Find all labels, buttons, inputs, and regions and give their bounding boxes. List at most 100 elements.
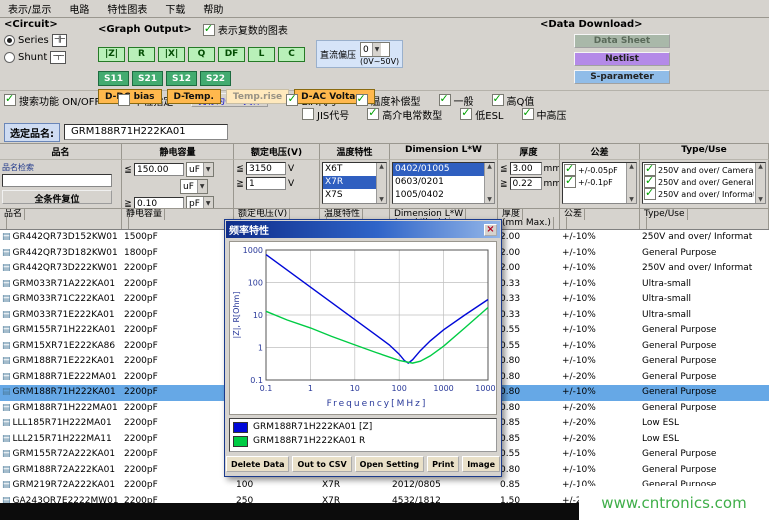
temp-char-option[interactable]: X6T: [323, 163, 376, 176]
s-parameter-graph-button[interactable]: S11: [98, 71, 129, 86]
download-button[interactable]: Netlist: [574, 52, 670, 66]
frequency-characteristics-window: 频率特性 0.11101001000100000.11101001000Freq…: [224, 219, 502, 477]
legend-entry[interactable]: GRM188R71H222KA01 R: [233, 434, 493, 448]
circuit-option[interactable]: Shunt ─┬─: [4, 51, 92, 64]
s-parameter-graph-button[interactable]: S12: [166, 71, 197, 86]
listbox-scrollbar[interactable]: [626, 163, 636, 203]
search-option-checkbox[interactable]: JIS代号: [302, 107, 349, 122]
tolerance-option[interactable]: +/-0.05pF: [564, 164, 625, 176]
reset-all-conditions-button[interactable]: 全条件复位: [2, 190, 112, 204]
search-option-checkbox[interactable]: 中高压: [522, 107, 567, 122]
s-parameter-graph-button[interactable]: S21: [132, 71, 163, 86]
popup-title-bar[interactable]: 频率特性: [226, 221, 500, 238]
menu-item[interactable]: 帮助: [203, 1, 223, 16]
filter-voltage: ≦ V ≧ V: [234, 160, 320, 208]
gte-symbol: ≧: [236, 179, 244, 189]
circuit-symbol-icon: ─┬─: [50, 51, 66, 64]
circuit-option[interactable]: Series ─||─: [4, 34, 92, 47]
graph-quantity-button[interactable]: C: [278, 47, 305, 62]
checkbox-icon: [302, 108, 314, 120]
thickness-min-input[interactable]: [510, 177, 542, 190]
dynamic-graph-button[interactable]: Temp.rise: [226, 89, 289, 104]
capacitance-min-input[interactable]: [134, 197, 184, 208]
graph-quantity-button[interactable]: |X|: [158, 47, 185, 62]
search-option-checkbox[interactable]: 低ESL: [460, 107, 503, 122]
temp-char-option[interactable]: X7R: [323, 176, 376, 189]
impedance-chart: 0.11101001000100000.11101001000Frequency…: [229, 241, 497, 415]
radio-button-icon: [4, 35, 15, 46]
search-option-checkbox[interactable]: 搜索功能 ON/OFF: [4, 93, 100, 108]
popup-action-button[interactable]: Print: [427, 456, 459, 472]
menu-item[interactable]: 电路: [69, 1, 89, 16]
table-header-cell[interactable]: 品名: [0, 209, 122, 229]
s-parameter-graph-button[interactable]: S22: [200, 71, 231, 86]
part-name-search-label: 品名检索: [2, 163, 34, 172]
row-document-icon: [2, 465, 11, 475]
menu-item[interactable]: 下载: [165, 1, 185, 16]
listbox-scrollbar[interactable]: [376, 163, 386, 203]
svg-text:1: 1: [308, 384, 313, 393]
download-button[interactable]: Data Sheet: [574, 34, 670, 48]
dimension-option[interactable]: 0402/01005: [393, 163, 484, 176]
row-document-icon: [2, 449, 11, 459]
checkbox-icon: [286, 94, 298, 106]
popup-action-button[interactable]: Out to CSV: [292, 456, 351, 472]
capacitance-min-unit-select[interactable]: pF: [186, 196, 214, 208]
svg-text:1000: 1000: [433, 384, 453, 393]
type-use-option[interactable]: 250V and over/ General: [644, 176, 754, 188]
search-option-checkbox[interactable]: 高介电常数型: [367, 107, 442, 122]
temp-char-option[interactable]: X7S: [323, 189, 376, 202]
app-window: 表示/显示电路特性图表下载帮助 <Circuit> Series ─||─ Sh…: [0, 0, 769, 532]
thickness-unit-label: mm: [544, 164, 560, 174]
capacitance-max-input[interactable]: [134, 163, 184, 176]
voltage-min-input[interactable]: [246, 177, 286, 190]
filter-header-thickness: 厚度: [498, 144, 560, 160]
table-header-cell[interactable]: Type/Use: [640, 209, 769, 229]
type-use-option[interactable]: 250V and over/ Camera: [644, 164, 754, 176]
tolerance-option[interactable]: +/-0.1pF: [564, 176, 625, 188]
dimension-option[interactable]: 0603/0201: [393, 176, 484, 189]
download-button[interactable]: S-parameter: [574, 70, 670, 84]
row-document-icon: [2, 294, 11, 304]
dimension-option[interactable]: 1005/0402: [393, 189, 484, 202]
checkbox-icon: [118, 94, 130, 106]
voltage-unit-label: V: [288, 164, 294, 174]
graph-quantity-button[interactable]: R: [128, 47, 155, 62]
svg-text:100: 100: [392, 384, 407, 393]
table-header-cell[interactable]: 厚度 (mm Max.): [498, 209, 560, 229]
type-use-option[interactable]: 250V and over/ Informat: [644, 188, 754, 200]
dc-bias-select[interactable]: 0: [360, 42, 390, 57]
show-multiple-graphs-checkbox[interactable]: 表示复数的图表: [203, 22, 288, 37]
circuit-option-label: Series: [18, 35, 49, 46]
capacitance-max-unit-select[interactable]: uF: [186, 162, 214, 177]
graph-quantity-button[interactable]: L: [248, 47, 275, 62]
close-icon[interactable]: [484, 224, 497, 236]
thickness-max-input[interactable]: [510, 162, 542, 175]
dynamic-graph-button[interactable]: D-Temp.: [167, 89, 221, 104]
table-header-cell[interactable]: 公差: [560, 209, 640, 229]
popup-action-button[interactable]: Image: [462, 456, 500, 472]
listbox-scrollbar[interactable]: [755, 163, 765, 203]
checkbox-icon: [522, 108, 534, 120]
selected-part-label: 选定品名:: [4, 123, 60, 142]
graph-quantity-button[interactable]: DF: [218, 47, 245, 62]
table-header-cell[interactable]: 静电容量: [122, 209, 234, 229]
row-document-icon: [2, 232, 11, 242]
graph-quantity-button[interactable]: Q: [188, 47, 215, 62]
svg-text:0.1: 0.1: [260, 384, 273, 393]
popup-action-button[interactable]: Open Setting: [355, 456, 424, 472]
menu-item[interactable]: 特性图表: [107, 1, 147, 16]
voltage-max-input[interactable]: [246, 162, 286, 175]
row-document-icon: [2, 341, 11, 351]
menu-item[interactable]: 表示/显示: [8, 1, 51, 16]
row-document-icon: [2, 434, 11, 444]
part-name-search-input[interactable]: [2, 174, 112, 187]
capacitance-display-unit-select[interactable]: uF: [180, 179, 208, 194]
listbox-scrollbar[interactable]: [484, 163, 494, 203]
search-option-label: 中高压: [537, 107, 567, 122]
selected-part-value: GRM188R71H222KA01: [64, 124, 228, 140]
row-document-icon: [2, 310, 11, 320]
legend-entry[interactable]: GRM188R71H222KA01 [Z]: [233, 420, 493, 434]
popup-action-button[interactable]: Delete Data: [226, 456, 290, 472]
graph-quantity-button[interactable]: |Z|: [98, 47, 125, 62]
